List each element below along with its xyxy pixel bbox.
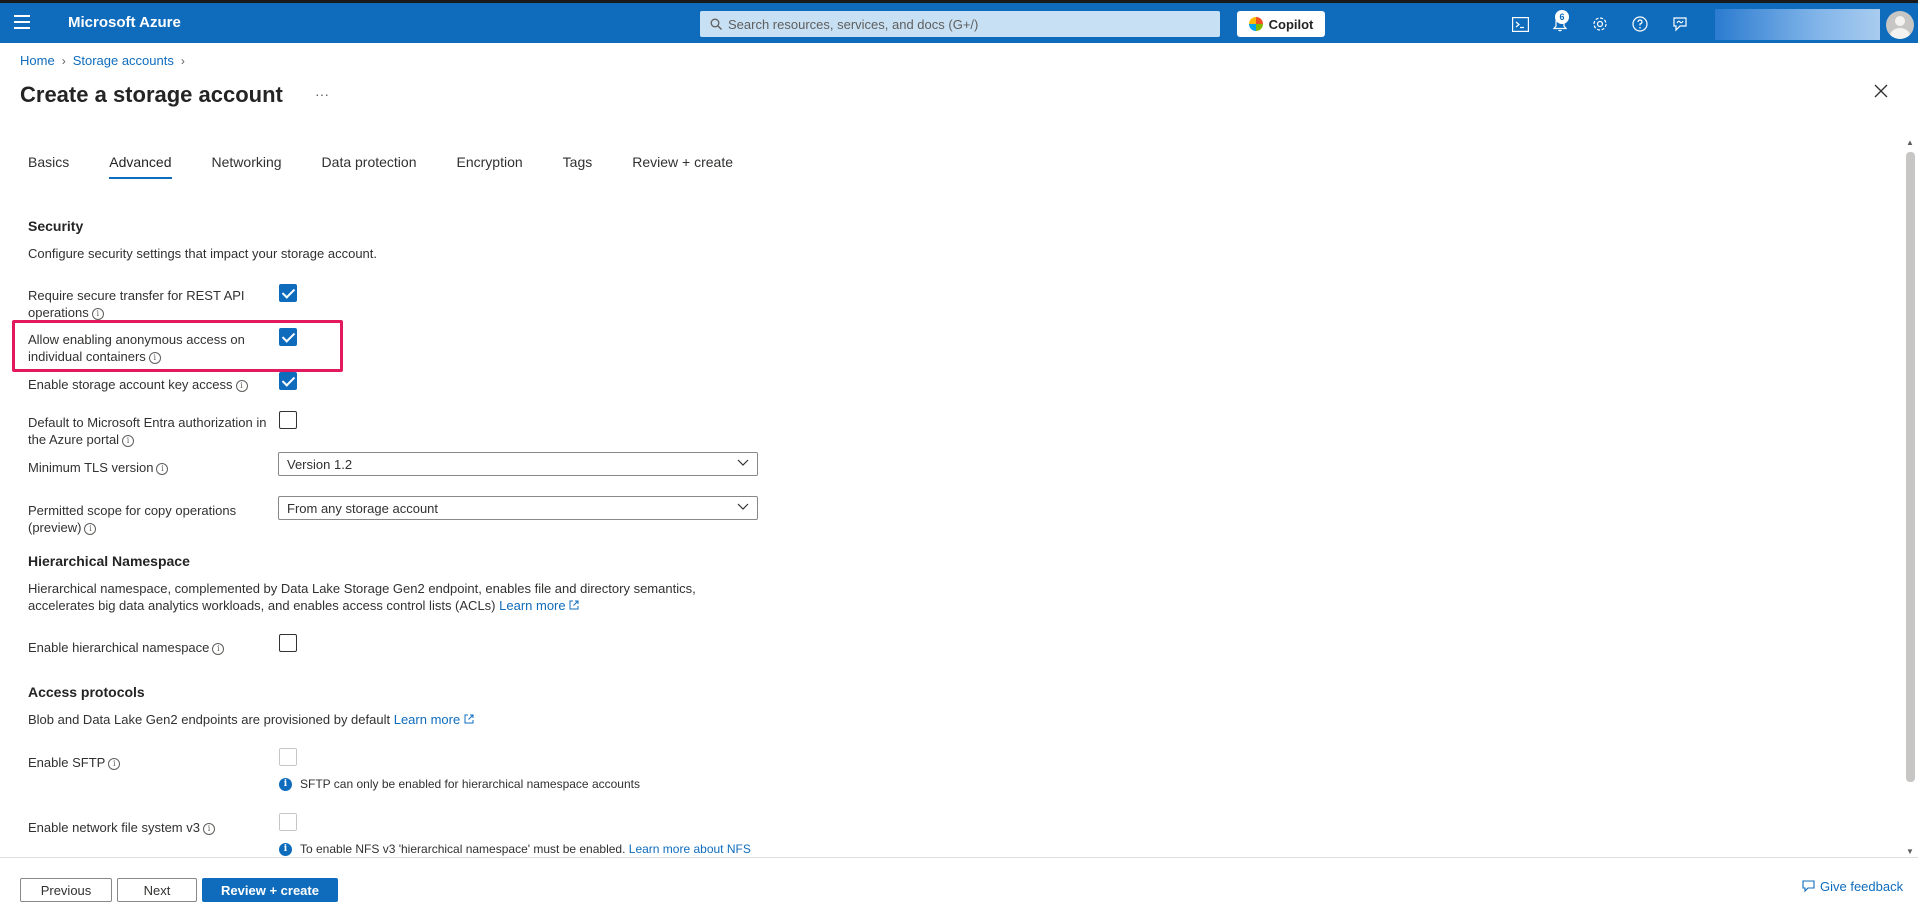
tab-advanced[interactable]: Advanced bbox=[109, 154, 172, 179]
chevron-right-icon: › bbox=[180, 53, 185, 68]
nfs-note: i To enable NFS v3 'hierarchical namespa… bbox=[279, 842, 751, 856]
hierarchical-heading: Hierarchical Namespace bbox=[28, 553, 190, 569]
scroll-thumb[interactable] bbox=[1906, 152, 1915, 782]
copilot-label: Copilot bbox=[1268, 16, 1314, 32]
help-icon[interactable] bbox=[1630, 14, 1650, 34]
brand-title[interactable]: Microsoft Azure bbox=[68, 14, 181, 31]
tab-data-protection[interactable]: Data protection bbox=[322, 154, 417, 179]
entra-default-checkbox[interactable] bbox=[279, 411, 297, 429]
info-icon[interactable]: i bbox=[202, 822, 215, 835]
info-icon[interactable]: i bbox=[122, 434, 135, 447]
copy-scope-value: From any storage account bbox=[287, 501, 439, 516]
chevron-right-icon: › bbox=[61, 53, 66, 68]
avatar[interactable] bbox=[1886, 11, 1914, 39]
tab-encryption[interactable]: Encryption bbox=[457, 154, 523, 179]
feedback-person-icon bbox=[1802, 880, 1815, 893]
nfs-learn-more-link[interactable]: Learn more about NFS bbox=[629, 842, 751, 856]
notification-badge: 6 bbox=[1555, 10, 1569, 24]
tab-review-create[interactable]: Review + create bbox=[632, 154, 733, 179]
key-access-label: Enable storage account key access i bbox=[28, 376, 273, 393]
vertical-scrollbar[interactable]: ▲ ▼ bbox=[1904, 138, 1916, 856]
anonymous-access-label: Allow enabling anonymous access on indiv… bbox=[28, 332, 245, 364]
copy-scope-dropdown[interactable]: From any storage account bbox=[278, 496, 758, 520]
chevron-down-icon bbox=[737, 459, 749, 466]
next-button[interactable]: Next bbox=[117, 878, 197, 902]
account-info[interactable] bbox=[1715, 9, 1880, 40]
copilot-icon bbox=[1248, 17, 1263, 31]
enable-sftp-checkbox[interactable] bbox=[279, 748, 297, 766]
enable-sftp-label: Enable SFTP i bbox=[28, 754, 273, 771]
require-secure-transfer-label: Require secure transfer for REST API ope… bbox=[28, 288, 245, 320]
access-protocols-learn-more-link[interactable]: Learn more bbox=[394, 712, 474, 727]
feedback-icon[interactable] bbox=[1670, 14, 1690, 34]
info-icon[interactable]: i bbox=[84, 522, 97, 535]
chevron-down-icon bbox=[737, 503, 749, 510]
info-icon[interactable]: i bbox=[91, 307, 104, 320]
previous-button[interactable]: Previous bbox=[20, 878, 112, 902]
breadcrumb-storage-accounts[interactable]: Storage accounts bbox=[73, 53, 174, 68]
min-tls-label: Minimum TLS version i bbox=[28, 459, 273, 476]
enable-hns-label: Enable hierarchical namespace i bbox=[28, 639, 273, 656]
info-icon[interactable]: i bbox=[108, 757, 121, 770]
breadcrumb: Home › Storage accounts › bbox=[20, 53, 192, 68]
min-tls-value: Version 1.2 bbox=[287, 457, 353, 472]
key-access-checkbox[interactable] bbox=[279, 372, 297, 390]
search-input[interactable] bbox=[728, 16, 1208, 32]
wizard-tabs: Basics Advanced Networking Data protecti… bbox=[28, 154, 773, 179]
require-secure-transfer-checkbox[interactable] bbox=[279, 284, 297, 302]
info-filled-icon: i bbox=[279, 842, 292, 856]
tab-basics[interactable]: Basics bbox=[28, 154, 69, 179]
anonymous-access-checkbox[interactable] bbox=[279, 328, 297, 346]
search-icon bbox=[710, 18, 722, 30]
external-link-icon bbox=[569, 600, 579, 610]
gear-icon[interactable] bbox=[1590, 14, 1610, 34]
info-icon[interactable]: i bbox=[235, 379, 248, 392]
info-icon[interactable]: i bbox=[156, 462, 169, 475]
security-description: Configure security settings that impact … bbox=[28, 246, 378, 261]
min-tls-dropdown[interactable]: Version 1.2 bbox=[278, 452, 758, 476]
enable-hns-checkbox[interactable] bbox=[279, 634, 297, 652]
access-protocols-description: Blob and Data Lake Gen2 endpoints are pr… bbox=[28, 711, 474, 728]
enable-nfs-checkbox[interactable] bbox=[279, 813, 297, 831]
top-bar: Microsoft Azure Copilot 6 bbox=[0, 0, 1918, 43]
hierarchical-description: Hierarchical namespace, complemented by … bbox=[28, 581, 696, 613]
breadcrumb-home[interactable]: Home bbox=[20, 53, 55, 68]
external-link-icon bbox=[464, 714, 474, 724]
page-title: Create a storage account bbox=[20, 82, 283, 107]
menu-icon[interactable] bbox=[14, 15, 32, 31]
scroll-up-icon[interactable]: ▲ bbox=[1906, 138, 1914, 147]
info-icon[interactable]: i bbox=[148, 351, 161, 364]
access-protocols-heading: Access protocols bbox=[28, 684, 145, 700]
more-options-button[interactable]: ··· bbox=[315, 86, 329, 102]
info-filled-icon: i bbox=[279, 777, 292, 791]
copy-scope-label: Permitted scope for copy operations (pre… bbox=[28, 503, 237, 535]
copilot-button[interactable]: Copilot bbox=[1237, 11, 1325, 37]
sftp-note: i SFTP can only be enabled for hierarchi… bbox=[279, 777, 640, 791]
give-feedback-link[interactable]: Give feedback bbox=[1802, 879, 1903, 894]
hierarchical-learn-more-link[interactable]: Learn more bbox=[499, 598, 579, 613]
info-icon[interactable]: i bbox=[212, 642, 225, 655]
review-create-button[interactable]: Review + create bbox=[202, 878, 338, 902]
tab-tags[interactable]: Tags bbox=[563, 154, 593, 179]
close-icon[interactable] bbox=[1874, 84, 1888, 101]
wizard-footer: Previous Next Review + create Give feedb… bbox=[0, 857, 1918, 912]
global-search[interactable] bbox=[700, 11, 1220, 37]
enable-nfs-label: Enable network file system v3 i bbox=[28, 819, 273, 836]
cloud-shell-icon[interactable] bbox=[1510, 14, 1530, 34]
entra-default-label: Default to Microsoft Entra authorization… bbox=[28, 415, 267, 447]
tab-networking[interactable]: Networking bbox=[212, 154, 282, 179]
scroll-down-icon[interactable]: ▼ bbox=[1906, 847, 1914, 856]
security-heading: Security bbox=[28, 218, 84, 234]
